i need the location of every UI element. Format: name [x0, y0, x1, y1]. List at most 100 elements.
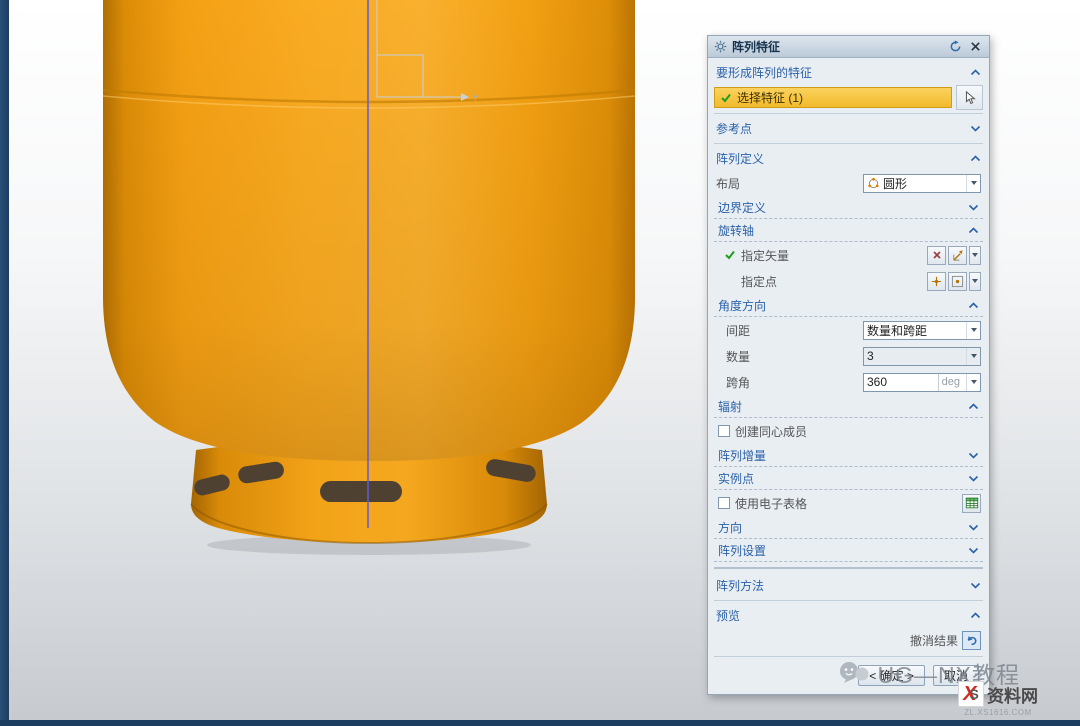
- spreadsheet-label: 使用电子表格: [735, 495, 807, 512]
- window-frame-bottom: [0, 720, 1080, 726]
- separator: [714, 143, 983, 144]
- group-header-preview[interactable]: 预览: [714, 604, 983, 627]
- layout-row: 布局 圆形: [714, 170, 983, 196]
- dropdown-arrow-icon: [966, 322, 980, 339]
- group-header-label: 阵列定义: [716, 150, 764, 167]
- clear-vector-button[interactable]: [927, 246, 946, 265]
- check-icon: [716, 249, 736, 261]
- chevron-up-icon: [968, 227, 979, 234]
- group-header-label: 旋转轴: [718, 222, 754, 239]
- spacing-row: 间距 数量和跨距: [714, 317, 983, 343]
- group-header-label: 角度方向: [718, 297, 766, 314]
- spreadsheet-checkbox[interactable]: [718, 497, 730, 509]
- dialog-body: 要形成阵列的特征 选择特征 (1) 参考点: [708, 58, 989, 694]
- concentric-checkbox[interactable]: [718, 425, 730, 437]
- group-header-pattern-increment[interactable]: 阵列增量: [714, 444, 983, 467]
- layout-value: 圆形: [883, 175, 963, 192]
- group-header-reference-point[interactable]: 参考点: [714, 117, 983, 140]
- vector-constructor-button[interactable]: [948, 246, 967, 265]
- span-angle-label: 跨角: [716, 374, 750, 391]
- undo-result-label: 撤消结果: [910, 632, 958, 649]
- group-header-label: 参考点: [716, 120, 752, 137]
- group-header-pattern-settings[interactable]: 阵列设置: [714, 539, 983, 562]
- xs-logo-mark: X S: [958, 681, 984, 707]
- vector-options-dropdown[interactable]: [969, 246, 981, 265]
- spacing-combo[interactable]: 数量和跨距: [863, 321, 981, 340]
- group-header-label: 方向: [718, 519, 742, 536]
- chevron-up-icon: [968, 403, 979, 410]
- concentric-row: 创建同心成员: [714, 418, 983, 444]
- chevron-down-icon: [968, 524, 979, 531]
- reset-button[interactable]: [948, 39, 963, 54]
- dialog-titlebar[interactable]: 阵列特征: [708, 36, 989, 58]
- circular-pattern-icon: [867, 177, 880, 190]
- chevron-up-icon: [970, 155, 981, 162]
- count-label: 数量: [716, 348, 750, 365]
- concentric-label: 创建同心成员: [735, 423, 807, 440]
- close-button[interactable]: [968, 39, 983, 54]
- separator: [714, 113, 983, 114]
- chevron-down-icon: [970, 125, 981, 132]
- group-header-label: 实例点: [718, 470, 754, 487]
- select-feature-wrap: 选择特征 (1): [714, 85, 983, 110]
- chevron-down-icon: [968, 475, 979, 482]
- chevron-down-icon: [970, 582, 981, 589]
- chevron-down-icon: [968, 547, 979, 554]
- logo-row: X S 资料网: [958, 681, 1038, 707]
- ziliao-site-logo: X S 资料网 ZL.XS1616.COM: [958, 681, 1038, 717]
- spreadsheet-button[interactable]: [962, 494, 981, 513]
- specify-vector-row: 指定矢量: [714, 242, 983, 268]
- group-header-instance-points[interactable]: 实例点: [714, 467, 983, 490]
- separator: [714, 600, 983, 601]
- point-options-dropdown[interactable]: [969, 272, 981, 291]
- span-angle-input[interactable]: [867, 375, 935, 389]
- datum-axis-label: Y: [472, 93, 479, 104]
- group-header-pattern-method[interactable]: 阵列方法: [714, 574, 983, 597]
- group-header-label: 辐射: [718, 398, 742, 415]
- count-field[interactable]: [863, 347, 981, 366]
- logo-site-url: ZL.XS1616.COM: [964, 708, 1031, 717]
- count-row: 数量: [714, 343, 983, 369]
- point-button[interactable]: [927, 272, 946, 291]
- separator: [714, 567, 983, 569]
- undo-result-button[interactable]: [962, 631, 981, 650]
- gas-cylinder-dome-shade: [103, 0, 635, 461]
- logo-letter-s: S: [970, 686, 979, 702]
- layout-combo[interactable]: 圆形: [863, 174, 981, 193]
- group-header-features[interactable]: 要形成阵列的特征: [714, 61, 983, 84]
- spreadsheet-row: 使用电子表格: [714, 490, 983, 516]
- spacing-label: 间距: [716, 322, 750, 339]
- specify-vector-label: 指定矢量: [736, 247, 789, 264]
- group-header-boundary[interactable]: 边界定义: [714, 196, 983, 219]
- dialog-title: 阵列特征: [732, 38, 943, 55]
- specify-point-label: 指定点: [716, 273, 777, 290]
- pattern-feature-dialog: 阵列特征 要形成阵列的特征 选择特征 (1): [707, 35, 990, 695]
- gear-icon: [714, 40, 727, 53]
- group-header-label: 要形成阵列的特征: [716, 64, 812, 81]
- group-header-rotation-axis[interactable]: 旋转轴: [714, 219, 983, 242]
- specify-point-row: 指定点: [714, 268, 983, 294]
- group-header-pattern-definition[interactable]: 阵列定义: [714, 147, 983, 170]
- chevron-up-icon: [970, 612, 981, 619]
- count-input[interactable]: [867, 349, 963, 363]
- select-hand-button[interactable]: [956, 85, 983, 110]
- span-angle-field[interactable]: deg: [863, 373, 981, 392]
- point-dialog-button[interactable]: [948, 272, 967, 291]
- group-header-label: 阵列设置: [718, 542, 766, 559]
- spacing-value: 数量和跨距: [867, 322, 963, 339]
- dropdown-arrow-icon: [966, 175, 980, 192]
- chevron-down-icon: [968, 452, 979, 459]
- chevron-up-icon: [968, 302, 979, 309]
- chevron-down-icon: [968, 204, 979, 211]
- group-header-label: 阵列方法: [716, 577, 764, 594]
- dropdown-arrow-icon: [966, 348, 980, 365]
- group-header-orientation[interactable]: 方向: [714, 516, 983, 539]
- logo-site-name: 资料网: [987, 682, 1038, 707]
- layout-label: 布局: [716, 175, 740, 192]
- chat-bubbles-icon: [837, 661, 871, 685]
- group-header-angle-direction[interactable]: 角度方向: [714, 294, 983, 317]
- select-feature-row[interactable]: 选择特征 (1): [714, 87, 952, 108]
- group-header-radiate[interactable]: 辐射: [714, 395, 983, 418]
- window-frame-left: [0, 0, 9, 726]
- group-header-label: 预览: [716, 607, 740, 624]
